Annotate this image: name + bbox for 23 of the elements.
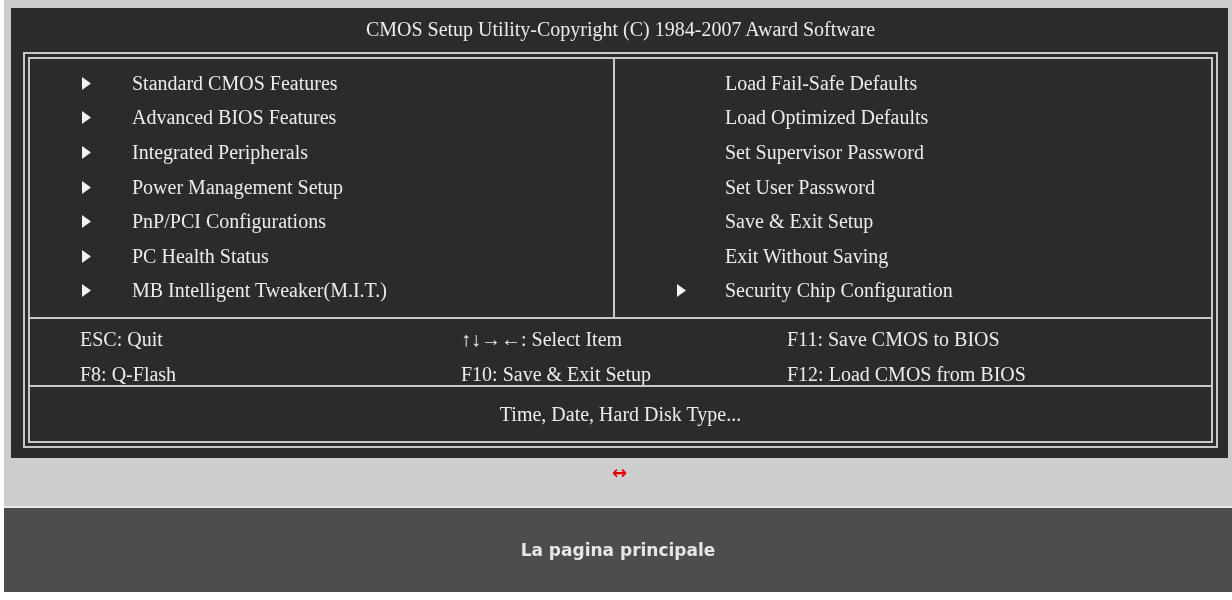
- menu-item[interactable]: Load Optimized Defaults: [725, 106, 929, 130]
- menu-item[interactable]: Set User Password: [725, 175, 875, 199]
- menu-item[interactable]: Security Chip Configuration: [725, 279, 953, 303]
- menu-item[interactable]: Exit Without Saving: [725, 244, 889, 268]
- help-text: Time, Date, Hard Disk Type...: [499, 402, 742, 426]
- key-hint: F10: Save & Exit Setup: [461, 363, 652, 386]
- menu-item[interactable]: Power Management Setup: [132, 175, 344, 199]
- menu-item[interactable]: PC Health Status: [132, 244, 269, 268]
- menu-item[interactable]: Set Supervisor Password: [725, 141, 924, 164]
- menu-item[interactable]: PnP/PCI Configurations: [132, 210, 326, 234]
- menu-item[interactable]: Integrated Peripherals: [132, 141, 309, 164]
- menu-item[interactable]: Standard CMOS Features: [132, 71, 338, 95]
- key-hint: F12: Load CMOS from BIOS: [787, 363, 1026, 386]
- menu-item[interactable]: Save & Exit Setup: [725, 210, 874, 234]
- window-title: CMOS Setup Utility-Copyright (C) 1984-2007 Award Software: [364, 17, 877, 43]
- key-hint: ESC: Quit: [80, 328, 164, 351]
- menu-item[interactable]: Advanced BIOS Features: [132, 106, 337, 130]
- menu-item[interactable]: Load Fail-Safe Defaults: [725, 71, 918, 95]
- menu-item[interactable]: MB Intelligent Tweaker(M.I.T.): [132, 279, 387, 303]
- key-hint: F11: Save CMOS to BIOS: [787, 328, 1000, 351]
- key-hint: F8: Q-Flash: [80, 363, 178, 386]
- key-hint: ↑↓→←: Select Item: [461, 328, 624, 351]
- image-caption: La pagina principale: [520, 540, 716, 560]
